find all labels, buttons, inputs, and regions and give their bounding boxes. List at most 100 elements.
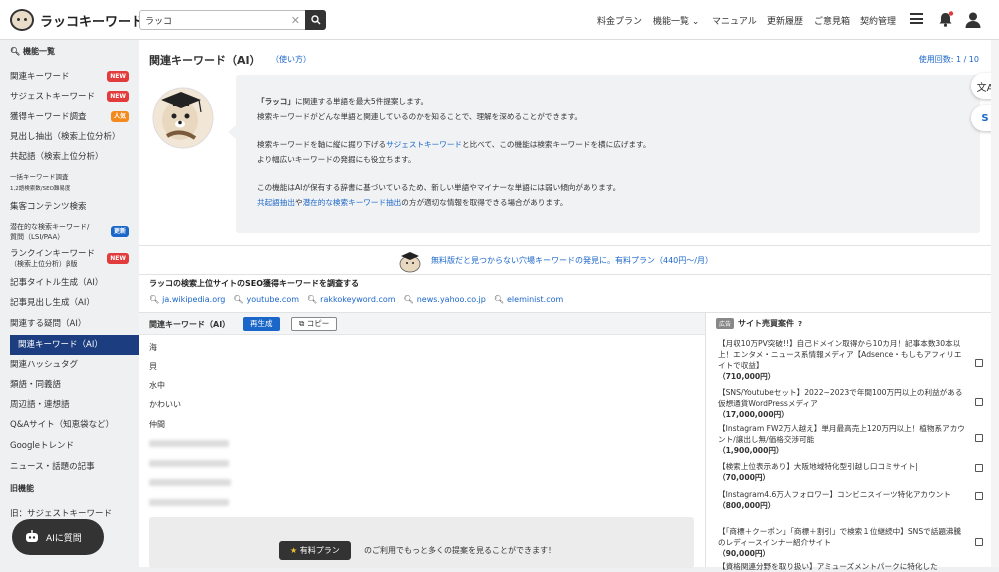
site-link[interactable]: 🔍︎ news.yahoo.co.jp (404, 295, 486, 304)
sidebar-item-rankin[interactable]: ランクインキーワード （検索上位分析）β版 NEW (0, 247, 139, 271)
nav-pricing[interactable]: 料金プラン (597, 14, 642, 27)
copy-button[interactable]: ⧉ コピー (291, 317, 338, 331)
sidebar-item-heading-gen[interactable]: 記事見出し生成（AI） (0, 294, 139, 312)
search-icon: 🔍︎ (307, 295, 318, 304)
site-sale-item[interactable]: 【SNS/Youtubeセット】2022~2023で年間100万円以上の利益があ… (718, 387, 968, 420)
site-sale-item[interactable]: 【月収10万PV突破!!】自己ドメイン取得から10カ月！記事本数30本以上！エン… (718, 338, 968, 382)
keyword-item[interactable]: 貝 (149, 361, 157, 372)
external-link-icon[interactable] (975, 492, 983, 500)
sidebar-item-hashtags[interactable]: 関連ハッシュタグ (0, 356, 139, 374)
search-icon: 🔍︎ (403, 295, 414, 304)
external-link-icon[interactable] (975, 538, 983, 546)
sidebar-section-old: 旧機能 (10, 484, 34, 493)
sidebar: 🔍︎ 機能一覧 関連キーワード NEW サジェストキーワード NEW 獲得キーワード… (0, 40, 139, 567)
clear-icon[interactable]: ✕ (291, 14, 300, 27)
search-icon: 🔍︎ (149, 295, 160, 304)
bell-icon[interactable] (937, 11, 954, 28)
external-link-icon[interactable] (975, 434, 983, 442)
search-icon: 🔍︎ (233, 295, 244, 304)
updated-badge: 更新 (110, 226, 129, 237)
search-input[interactable] (140, 11, 290, 29)
search-icon (310, 15, 320, 25)
new-badge: NEW (107, 91, 129, 102)
sidebar-item-content-search[interactable]: 集客コンテンツ検索 (0, 198, 139, 216)
keyword-item[interactable]: 海 (149, 342, 157, 353)
copy-icon: ⧉ (299, 319, 305, 328)
nav-manual[interactable]: マニュアル (712, 14, 757, 27)
external-link-icon[interactable] (975, 359, 983, 367)
sidebar-item-questions[interactable]: 関連する疑問（AI） (0, 315, 139, 333)
user-icon[interactable] (964, 11, 982, 29)
star-icon: ★ (290, 546, 298, 555)
otter-professor-icon (152, 87, 214, 149)
ai-chat-button[interactable]: AIに質問 (12, 519, 104, 555)
sidebar-item-acquired-keywords[interactable]: 獲得キーワード調査 人気 (0, 108, 139, 126)
keyword-item[interactable]: かわいい (149, 399, 181, 410)
sidebar-item-cooccurrence[interactable]: 共起語（検索上位分析） (0, 148, 139, 166)
popular-badge: 人気 (110, 111, 129, 122)
sidebar-item-qa[interactable]: Q&Aサイト（知恵袋など） (0, 416, 139, 434)
chevron-down-icon: ⌄ (691, 17, 700, 27)
locked-keywords-area (149, 517, 694, 568)
blurred-keyword (149, 479, 231, 486)
external-link-icon[interactable] (975, 464, 983, 472)
site-sale-item[interactable]: 【検索上位表示あり】大阪地域特化型引越し口コミサイト| （70,000円） (718, 461, 968, 483)
blurred-keyword (149, 499, 229, 506)
keyword-item[interactable]: 水中 (149, 380, 165, 391)
site-sale-item[interactable]: 【Instagram4.6万人フォロワー】コンビニスイーツ特化アカウント （800… (718, 489, 968, 511)
site-sale-item[interactable]: 【「商標＋クーポン」「商標＋割引」で検索１位継続中】SNSで話題沸騰のレディース… (718, 526, 968, 559)
logo-text: ラッコキーワード (40, 14, 145, 30)
seo-section-title: ラッコの検索上位サイトのSEO獲得キーワードを調査する (149, 279, 360, 288)
sidebar-item-related-keywords[interactable]: 関連キーワード NEW (0, 68, 139, 86)
sidebar-item-synonyms[interactable]: 類語・同義語 (0, 376, 139, 394)
sidebar-item-bulk[interactable]: 一括キーワード調査 1,2語検索数/SEO難易度 (0, 169, 139, 193)
sidebar-item-title-gen[interactable]: 記事タイトル生成（AI） (0, 274, 139, 292)
sidebar-item-lsi[interactable]: 潜在的な検索キーワード/質問（LSI/PAA） 更新 (0, 220, 139, 244)
site-link[interactable]: 🔍︎ rakkokeyword.com (307, 295, 396, 304)
blurred-keyword (149, 440, 229, 447)
search-box: ✕ (139, 10, 326, 30)
ad-badge: 広告 (716, 318, 735, 329)
site-link[interactable]: 🔍︎ youtube.com (233, 295, 299, 304)
external-link-icon[interactable] (975, 398, 983, 406)
page-title: 関連キーワード（AI） (149, 54, 261, 67)
paid-plan-note: のご利用でもっと多くの提案を見ることができます！ (364, 546, 556, 555)
cooccurrence-link[interactable]: 共起語抽出 (257, 198, 295, 207)
site-sale-item[interactable]: 【Instagram FW2万人越え】単月最高売上120万円以上！植物系アカウン… (718, 423, 968, 456)
sidebar-item-suggest[interactable]: サジェストキーワード NEW (0, 88, 139, 106)
promo-banner[interactable]: 無料版だと見つからない穴場キーワードの発見に。有料プラン（440円〜/月） (139, 245, 991, 275)
robot-icon (26, 530, 38, 542)
menu-icon[interactable] (910, 13, 923, 24)
sidebar-item-news[interactable]: ニュース・話題の記事 (0, 458, 139, 476)
howto-link[interactable]: （使い方） (271, 54, 311, 65)
sidebar-item-related-ai[interactable]: 関連キーワード（AI） (10, 335, 139, 355)
top-bar: ラッコキーワード ✕ 料金プラン 機能一覧 ⌄ マニュアル 更新履歴 ご意見箱 … (0, 0, 999, 40)
promo-text[interactable]: 無料版だと見つからない穴場キーワードの発見に。有料プラン（440円〜/月） (431, 255, 713, 266)
nav-feedback[interactable]: ご意見箱 (814, 14, 850, 27)
nav-changelog[interactable]: 更新履歴 (767, 14, 803, 27)
new-badge: NEW (107, 253, 129, 264)
otter-icon (399, 252, 421, 273)
search-button[interactable] (305, 10, 326, 30)
site-link[interactable]: 🔍︎ ja.wikipedia.org (149, 295, 225, 304)
regenerate-button[interactable]: 再生成 (243, 317, 280, 331)
site-link[interactable]: 🔍︎ eleminist.com (494, 295, 563, 304)
blurred-keyword (149, 460, 229, 467)
nav-features[interactable]: 機能一覧 ⌄ (653, 14, 699, 27)
sidebar-item-trends[interactable]: Googleトレンド (0, 437, 139, 455)
search-icon: 🔍︎ (493, 295, 504, 304)
logo[interactable]: ラッコキーワード (10, 9, 144, 31)
scrollbar[interactable] (991, 40, 999, 567)
new-badge: NEW (107, 71, 129, 82)
sidebar-heading: 🔍︎ 機能一覧 (10, 47, 55, 56)
paid-plan-button[interactable]: ★ 有料プラン (279, 541, 351, 560)
keyword-panel: 関連キーワード（AI） 再生成 ⧉ コピー 海 貝 水中 かわいい 仲間 ★ 有… (139, 312, 705, 568)
help-icon[interactable]: ? (798, 320, 802, 328)
sidebar-item-headings[interactable]: 見出し抽出（検索上位分析） (0, 128, 139, 146)
nav-contract[interactable]: 契約管理 (860, 14, 896, 27)
suggest-keyword-link[interactable]: サジェストキーワード (386, 140, 462, 149)
lsi-link[interactable]: 潜在的な検索キーワード抽出 (303, 198, 402, 207)
sidebar-item-associations[interactable]: 周辺語・連想語 (0, 396, 139, 414)
keyword-item[interactable]: 仲間 (149, 419, 165, 430)
description-box: 「ラッコ」に関連する単語を最大5件提案します。 検索キーワードがどんな単語と関連し… (228, 75, 980, 233)
